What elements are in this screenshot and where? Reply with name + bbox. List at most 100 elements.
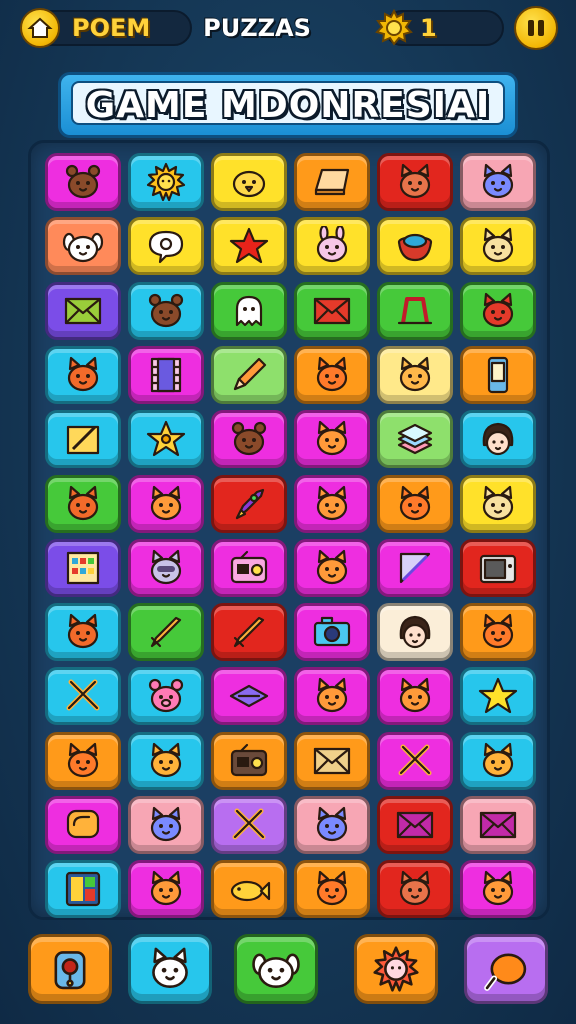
- tile[interactable]: [377, 217, 453, 276]
- tile[interactable]: [460, 217, 536, 276]
- tile[interactable]: [45, 153, 121, 211]
- tile[interactable]: [294, 731, 370, 790]
- tile[interactable]: [211, 538, 287, 597]
- chick-face-icon: [232, 170, 266, 198]
- tile[interactable]: [294, 217, 370, 276]
- tile[interactable]: [460, 731, 536, 790]
- tile[interactable]: [460, 345, 536, 404]
- tray-button[interactable]: [128, 934, 212, 1004]
- cat-face-icon: [150, 742, 182, 777]
- tray-button[interactable]: [354, 934, 438, 1004]
- star-icon: [478, 678, 518, 714]
- tile[interactable]: [294, 603, 370, 662]
- tile[interactable]: [45, 796, 121, 854]
- tile[interactable]: [211, 796, 287, 854]
- tile[interactable]: [128, 281, 204, 340]
- tile[interactable]: [294, 410, 370, 469]
- tile[interactable]: [45, 345, 121, 404]
- tile[interactable]: [211, 345, 287, 404]
- tile[interactable]: [460, 667, 536, 726]
- tile[interactable]: [377, 860, 453, 919]
- sword-icon: [233, 616, 265, 648]
- tile[interactable]: [294, 474, 370, 533]
- tile[interactable]: [294, 345, 370, 404]
- tile[interactable]: [211, 281, 287, 340]
- star-badge-icon: [146, 421, 186, 457]
- tile[interactable]: [128, 603, 204, 662]
- tile[interactable]: [128, 217, 204, 276]
- tile[interactable]: [460, 153, 536, 211]
- tile[interactable]: [377, 796, 453, 854]
- tray-button[interactable]: [234, 934, 318, 1004]
- phone-icon: [487, 356, 509, 393]
- tile[interactable]: [128, 153, 204, 211]
- tile[interactable]: [211, 731, 287, 790]
- tile[interactable]: [211, 860, 287, 919]
- tile[interactable]: [211, 603, 287, 662]
- tile[interactable]: [294, 796, 370, 854]
- tile[interactable]: [211, 667, 287, 726]
- robot-icon: [54, 951, 86, 990]
- tile[interactable]: [45, 474, 121, 533]
- tile[interactable]: [45, 217, 121, 276]
- cat-face-icon: [316, 549, 348, 584]
- tile[interactable]: [294, 153, 370, 211]
- pause-icon: [528, 20, 534, 36]
- tile[interactable]: [460, 281, 536, 340]
- tile[interactable]: [377, 153, 453, 211]
- cat-face-icon: [152, 947, 188, 989]
- tile[interactable]: [45, 538, 121, 597]
- home-badge-icon[interactable]: [20, 8, 60, 48]
- cat-face-icon: [482, 163, 514, 199]
- tile[interactable]: [45, 667, 121, 726]
- tile[interactable]: [45, 603, 121, 662]
- tile[interactable]: [377, 345, 453, 404]
- tile[interactable]: [294, 538, 370, 597]
- pig-face-icon: [148, 679, 184, 713]
- tile[interactable]: [377, 603, 453, 662]
- pause-button[interactable]: [514, 6, 558, 50]
- tile[interactable]: [45, 410, 121, 469]
- tile[interactable]: [128, 860, 204, 919]
- tile[interactable]: [460, 796, 536, 854]
- tile[interactable]: [377, 474, 453, 533]
- hud-right: 1: [372, 8, 504, 48]
- tile[interactable]: [128, 410, 204, 469]
- tile[interactable]: [45, 731, 121, 790]
- tile[interactable]: [45, 281, 121, 340]
- tile[interactable]: [377, 667, 453, 726]
- tile[interactable]: [294, 860, 370, 919]
- tile[interactable]: [460, 474, 536, 533]
- tile[interactable]: [377, 731, 453, 790]
- cat-face-icon: [399, 163, 431, 199]
- raccoon-face-icon: [150, 549, 182, 584]
- tile[interactable]: [211, 153, 287, 211]
- tile[interactable]: [377, 538, 453, 597]
- tile[interactable]: [211, 410, 287, 469]
- tile[interactable]: [460, 538, 536, 597]
- tile[interactable]: [128, 667, 204, 726]
- tile[interactable]: [45, 860, 121, 919]
- tile[interactable]: [377, 281, 453, 340]
- tile[interactable]: [377, 410, 453, 469]
- tile[interactable]: [294, 667, 370, 726]
- cat-face-icon: [316, 421, 348, 456]
- tile[interactable]: [211, 217, 287, 276]
- tile[interactable]: [128, 796, 204, 854]
- tile[interactable]: [128, 538, 204, 597]
- tile[interactable]: [128, 731, 204, 790]
- tile[interactable]: [128, 474, 204, 533]
- tray-button[interactable]: [28, 934, 112, 1004]
- tile[interactable]: [460, 410, 536, 469]
- tile[interactable]: [211, 474, 287, 533]
- tile[interactable]: [294, 281, 370, 340]
- bowl-icon: [397, 234, 433, 262]
- tray-button[interactable]: [464, 934, 548, 1004]
- stack-icon: [397, 424, 433, 455]
- tile[interactable]: [128, 345, 204, 404]
- envelope-icon: [64, 297, 102, 324]
- fox-face-icon: [67, 613, 99, 649]
- tile[interactable]: [460, 603, 536, 662]
- tile[interactable]: [460, 860, 536, 919]
- cat-face-icon: [482, 613, 514, 649]
